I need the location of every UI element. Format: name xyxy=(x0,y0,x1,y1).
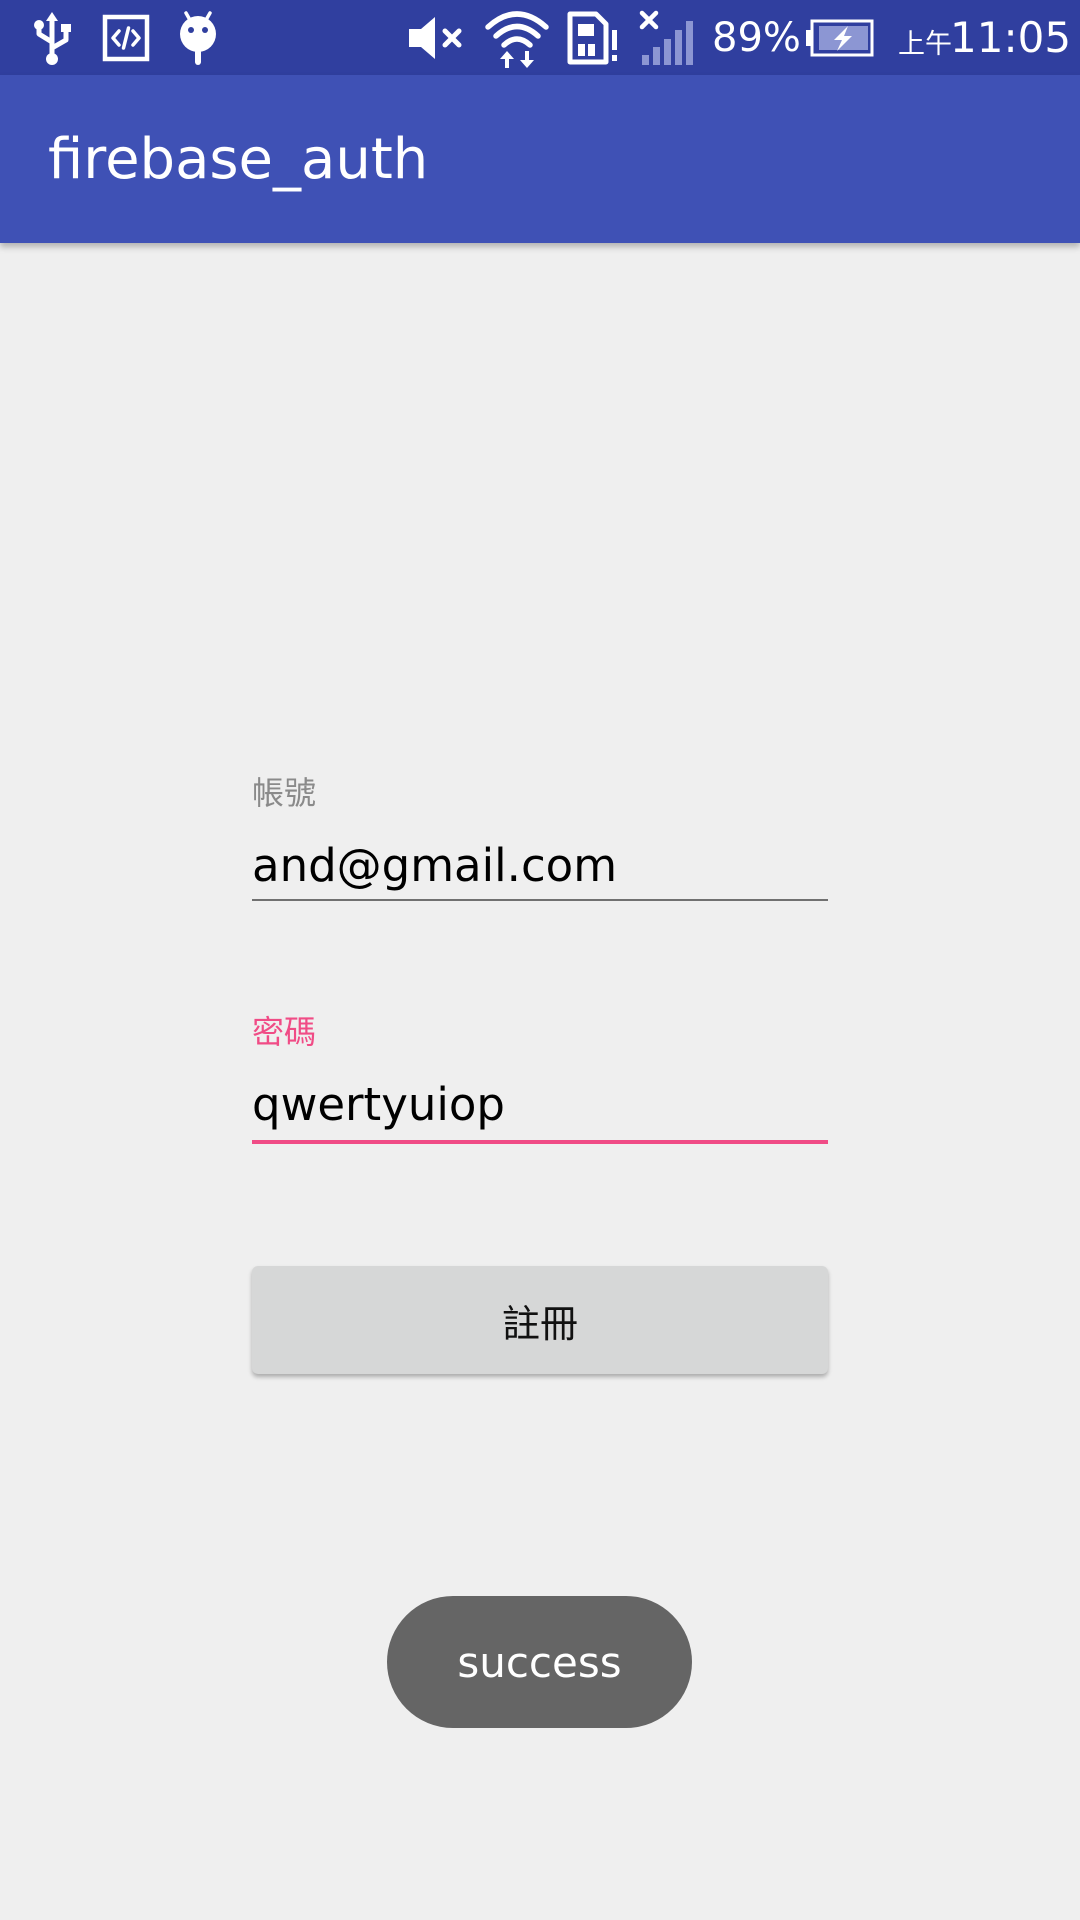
account-label: 帳號 xyxy=(252,774,317,812)
sim-alert-icon xyxy=(566,8,622,68)
no-signal-icon xyxy=(638,8,698,68)
password-underline xyxy=(252,1140,828,1144)
developer-code-icon xyxy=(100,8,152,68)
password-label: 密碼 xyxy=(252,1013,317,1051)
toast-message: success xyxy=(457,1637,622,1687)
battery-percent: 89% xyxy=(712,14,801,61)
mute-icon xyxy=(405,8,465,68)
time-prefix: 上午 xyxy=(898,29,952,60)
account-input[interactable] xyxy=(252,825,828,905)
password-input[interactable] xyxy=(252,1064,828,1144)
status-bar: 89% 上午 11:05 xyxy=(0,0,1080,75)
wifi-icon xyxy=(484,8,550,68)
success-toast: success xyxy=(387,1596,692,1728)
usb-icon xyxy=(28,8,80,68)
app-title: firebase_auth xyxy=(48,126,429,192)
battery-charging-icon xyxy=(804,8,874,68)
android-icon xyxy=(172,8,224,68)
app-bar: firebase_auth xyxy=(0,75,1080,243)
account-underline xyxy=(252,899,828,901)
register-button[interactable]: 註冊 xyxy=(252,1266,828,1374)
clock-time: 11:05 xyxy=(950,13,1072,62)
